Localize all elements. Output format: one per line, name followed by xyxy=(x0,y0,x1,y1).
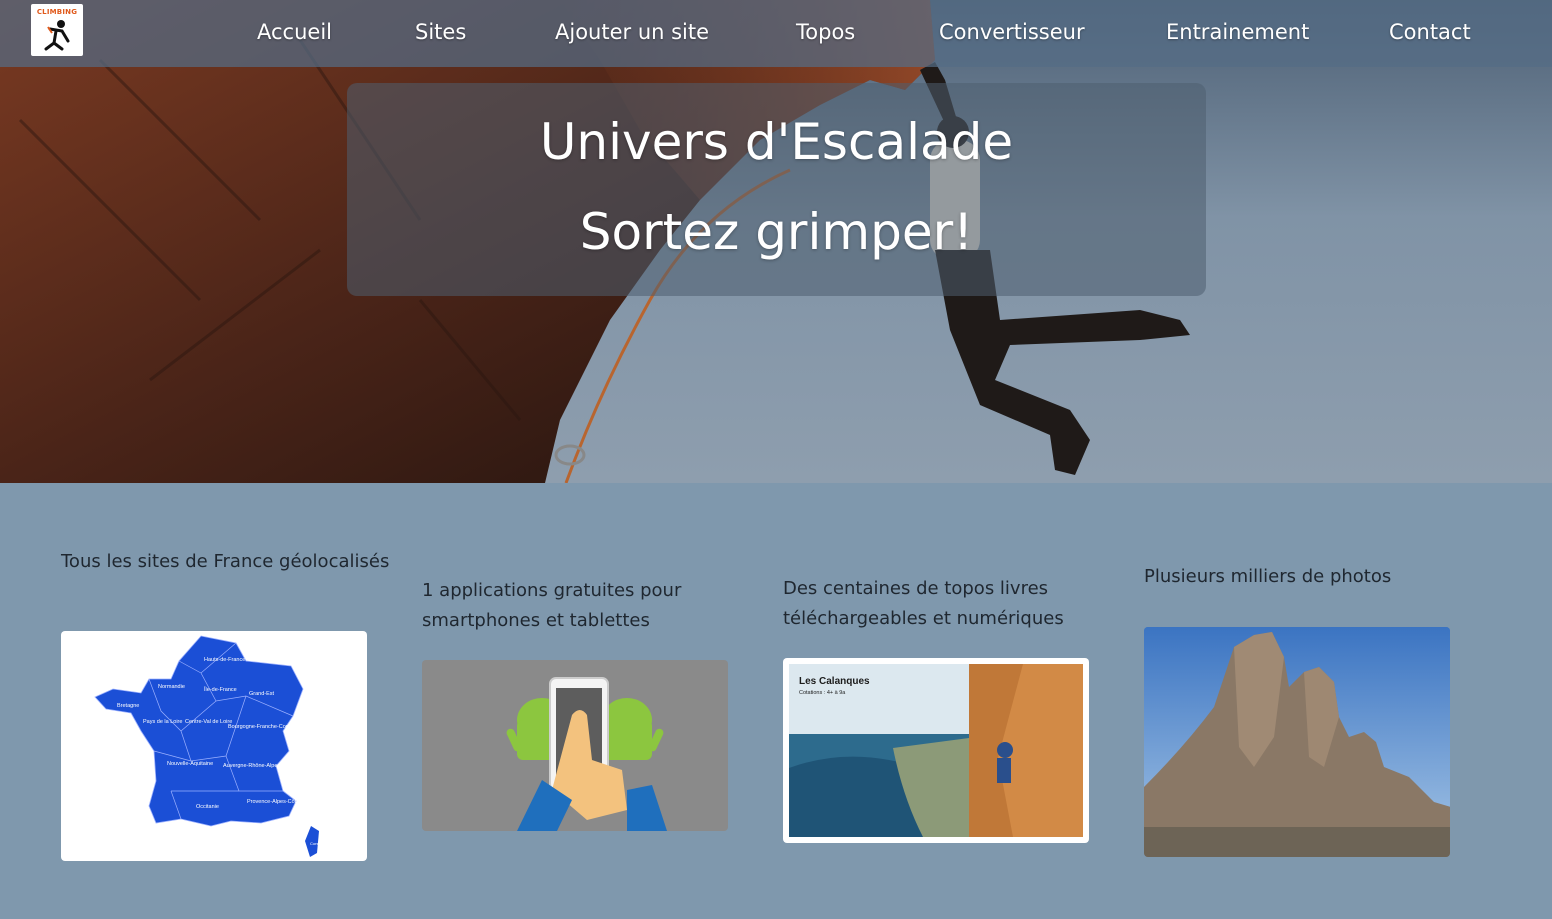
map-label-hauts-de-france: Hauts-de-France xyxy=(204,657,245,663)
map-label-pays-de-la-loire: Pays de la Loire xyxy=(143,719,182,725)
map-label-auvergne-rhone-alpes: Auvergne-Rhône-Alpes xyxy=(223,763,280,769)
feature-caption-sites: Tous les sites de France géolocalisés xyxy=(61,551,390,572)
map-label-bourgogne-franche-comte: Bourgogne-Franche-Comté xyxy=(228,724,295,730)
map-label-normandie: Normandie xyxy=(158,684,185,690)
map-label-bretagne: Bretagne xyxy=(117,703,139,709)
hero-title-box: Univers d'Escalade Sortez grimper! xyxy=(347,83,1206,296)
topo-subtitle: Cotations : 4+ à 9a xyxy=(799,690,846,696)
nav-item-accueil[interactable]: Accueil xyxy=(257,16,332,48)
nav-item-sites[interactable]: Sites xyxy=(415,16,466,48)
nav-item-entrainement[interactable]: Entrainement xyxy=(1166,16,1309,48)
hero-subtitle: Sortez grimper! xyxy=(579,203,974,261)
map-label-centre-val-de-loire: Centre-Val de Loire xyxy=(185,719,232,725)
hero-banner: Univers d'Escalade Sortez grimper! xyxy=(0,0,1552,483)
dolomites-peaks-photo xyxy=(1144,627,1450,857)
nav-item-topos[interactable]: Topos xyxy=(796,16,855,48)
map-label-grand-est: Grand-Est xyxy=(249,691,275,697)
feature-caption-photos: Plusieurs milliers de photos xyxy=(1144,566,1392,587)
france-map-image[interactable]: Hauts-de-France Normandie Île-de-France … xyxy=(61,631,367,861)
logo-text: CLIMBING xyxy=(36,8,78,16)
feature-caption-apps: 1 applications gratuites pour smartphone… xyxy=(422,580,682,631)
map-label-nouvelle-aquitaine: Nouvelle-Aquitaine xyxy=(167,761,213,767)
climber-icon xyxy=(44,20,70,51)
map-label-ile-de-france: Île-de-France xyxy=(203,686,237,693)
smartphone-app-image[interactable] xyxy=(422,660,728,831)
nav-item-contact[interactable]: Contact xyxy=(1389,16,1471,48)
mountain-photo-image[interactable] xyxy=(1144,627,1450,857)
nav-item-ajouter-un-site[interactable]: Ajouter un site xyxy=(555,16,709,48)
site-logo[interactable]: CLIMBING xyxy=(31,4,83,56)
france-regions-map: Hauts-de-France Normandie Île-de-France … xyxy=(94,635,321,857)
topo-book-image[interactable]: Les Calanques Cotations : 4+ à 9a xyxy=(783,658,1089,843)
top-navbar: CLIMBING Accueil Sites Ajouter un site T… xyxy=(0,0,1552,67)
map-label-provence-alpes-cote-d-azur: Provence-Alpes-Côte d'Azur xyxy=(247,799,316,805)
map-label-occitanie: Occitanie xyxy=(196,804,219,810)
feature-caption-topos: Des centaines de topos livres télécharge… xyxy=(783,578,1064,629)
topo-title: Les Calanques xyxy=(799,676,870,687)
smartphone-hand-illustration xyxy=(506,677,667,831)
nav-item-convertisseur[interactable]: Convertisseur xyxy=(939,16,1085,48)
topo-cover-calanques: Les Calanques Cotations : 4+ à 9a xyxy=(789,664,1083,837)
hero-title: Univers d'Escalade xyxy=(539,113,1014,171)
map-label-corse: Corse xyxy=(310,841,321,846)
